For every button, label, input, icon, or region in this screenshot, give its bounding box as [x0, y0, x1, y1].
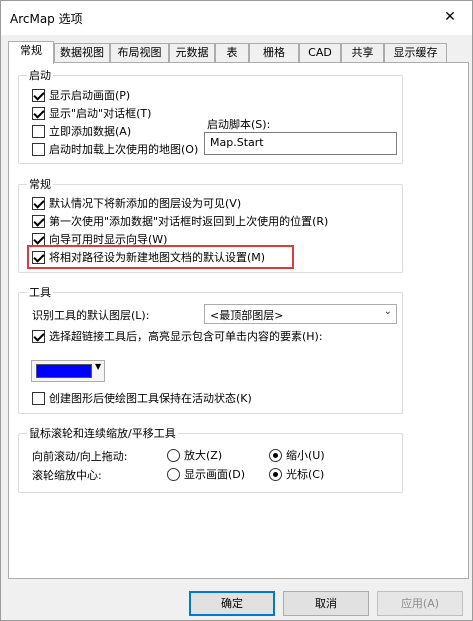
tab-cad[interactable]: CAD: [299, 43, 341, 63]
center-display-option[interactable]: 显示画面(D): [167, 466, 245, 482]
apply-button[interactable]: 应用(A): [377, 591, 463, 616]
tab-strip: 常规 数据视图 布局视图 元数据 表 栅格 CAD 共享 显示缓存: [8, 41, 468, 64]
tools-group-label: 工具: [27, 284, 53, 300]
close-icon[interactable]: ✕: [433, 4, 467, 30]
load-last-map-checkbox[interactable]: [32, 142, 45, 156]
title-bar: ArcMap 选项 ✕: [1, 1, 472, 35]
add-data-now-option[interactable]: 立即添加数据(A): [32, 123, 131, 139]
relative-paths-option[interactable]: 将相对路径设为新建地图文档的默认设置(M): [32, 249, 265, 265]
keep-tool-active-label: 创建图形后使绘图工具保持在活动状态(K): [49, 392, 252, 405]
add-data-now-checkbox[interactable]: [32, 124, 45, 138]
zoom-out-radio[interactable]: [269, 448, 282, 462]
add-data-now-label: 立即添加数据(A): [49, 125, 132, 138]
load-last-map-option[interactable]: 启动时加载上次使用的地图(O): [32, 141, 198, 157]
tab-data-view[interactable]: 数据视图: [54, 43, 110, 63]
startup-script-input[interactable]: Map.Start: [204, 132, 397, 155]
tab-general[interactable]: 常规: [8, 41, 54, 64]
zoom-center-label: 滚轮缩放中心:: [32, 469, 102, 482]
ok-button[interactable]: 确定: [189, 591, 275, 616]
zoom-out-label: 缩小(U): [286, 449, 325, 462]
mouse-wheel-group-label: 鼠标滚轮和连续缩放/平移工具: [27, 425, 178, 441]
window-title: ArcMap 选项: [10, 12, 83, 26]
scroll-forward-label: 向前滚动/向上拖动:: [32, 450, 128, 463]
center-display-radio[interactable]: [167, 467, 180, 481]
make-visible-label: 默认情况下将新添加的图层设为可见(V): [49, 197, 242, 210]
make-visible-option[interactable]: 默认情况下将新添加的图层设为可见(V): [32, 195, 241, 211]
show-startup-dialog-checkbox[interactable]: [32, 106, 45, 120]
zoom-out-option[interactable]: 缩小(U): [269, 447, 325, 463]
show-splash-checkbox[interactable]: [32, 88, 45, 102]
tab-sharing[interactable]: 共享: [341, 43, 384, 63]
return-location-checkbox[interactable]: [32, 214, 45, 228]
tab-table[interactable]: 表: [215, 43, 249, 63]
tab-layout-view[interactable]: 布局视图: [110, 43, 169, 63]
tab-metadata[interactable]: 元数据: [169, 43, 215, 63]
highlight-color-swatch: [36, 364, 92, 378]
identify-layer-value: <最顶部图层>: [210, 309, 284, 322]
show-splash-label: 显示启动画面(P): [49, 89, 131, 102]
relative-paths-checkbox[interactable]: [32, 250, 45, 264]
identify-layer-label: 识别工具的默认图层(L):: [32, 309, 150, 322]
return-location-option[interactable]: 第一次使用"添加数据"对话框时返回到上次使用的位置(R): [32, 213, 328, 229]
startup-group-label: 启动: [27, 67, 53, 83]
identify-layer-select[interactable]: <最顶部图层> ⌄: [204, 304, 397, 324]
hyperlink-highlight-option[interactable]: 选择超链接工具后，高亮显示包含可单击内容的要素(H):: [32, 328, 323, 344]
chevron-down-icon: ⌄: [383, 306, 392, 317]
zoom-in-label: 放大(Z): [184, 449, 223, 462]
keep-tool-active-option[interactable]: 创建图形后使绘图工具保持在活动状态(K): [32, 390, 252, 406]
load-last-map-label: 启动时加载上次使用的地图(O): [49, 143, 199, 156]
dropdown-arrow-icon: ▼: [95, 362, 102, 371]
cancel-button[interactable]: 取消: [283, 591, 369, 616]
center-cursor-option[interactable]: 光标(C): [269, 466, 324, 482]
center-cursor-label: 光标(C): [286, 468, 325, 481]
general-group-label: 常规: [27, 176, 53, 192]
hyperlink-highlight-label: 选择超链接工具后，高亮显示包含可单击内容的要素(H):: [49, 330, 323, 343]
zoom-in-radio[interactable]: [167, 448, 180, 462]
highlight-color-button[interactable]: ▼: [31, 360, 105, 382]
tab-display-cache[interactable]: 显示缓存: [384, 43, 447, 63]
show-startup-dialog-label: 显示"启动"对话框(T): [49, 107, 152, 120]
show-splash-option[interactable]: 显示启动画面(P): [32, 87, 130, 103]
arcmap-options-dialog: ArcMap 选项 ✕ 常规 数据视图 布局视图 元数据 表 栅格 CAD 共享…: [0, 0, 473, 621]
show-startup-dialog-option[interactable]: 显示"启动"对话框(T): [32, 105, 151, 121]
relative-paths-label: 将相对路径设为新建地图文档的默认设置(M): [49, 251, 266, 264]
zoom-in-option[interactable]: 放大(Z): [167, 447, 222, 463]
tab-raster[interactable]: 栅格: [249, 43, 299, 63]
center-display-label: 显示画面(D): [184, 468, 246, 481]
keep-tool-active-checkbox[interactable]: [32, 391, 45, 405]
make-visible-checkbox[interactable]: [32, 196, 45, 210]
show-wizards-checkbox[interactable]: [32, 232, 45, 246]
hyperlink-highlight-checkbox[interactable]: [32, 329, 45, 343]
return-location-label: 第一次使用"添加数据"对话框时返回到上次使用的位置(R): [49, 215, 329, 228]
startup-script-label: 启动脚本(S):: [207, 118, 271, 131]
center-cursor-radio[interactable]: [269, 467, 282, 481]
